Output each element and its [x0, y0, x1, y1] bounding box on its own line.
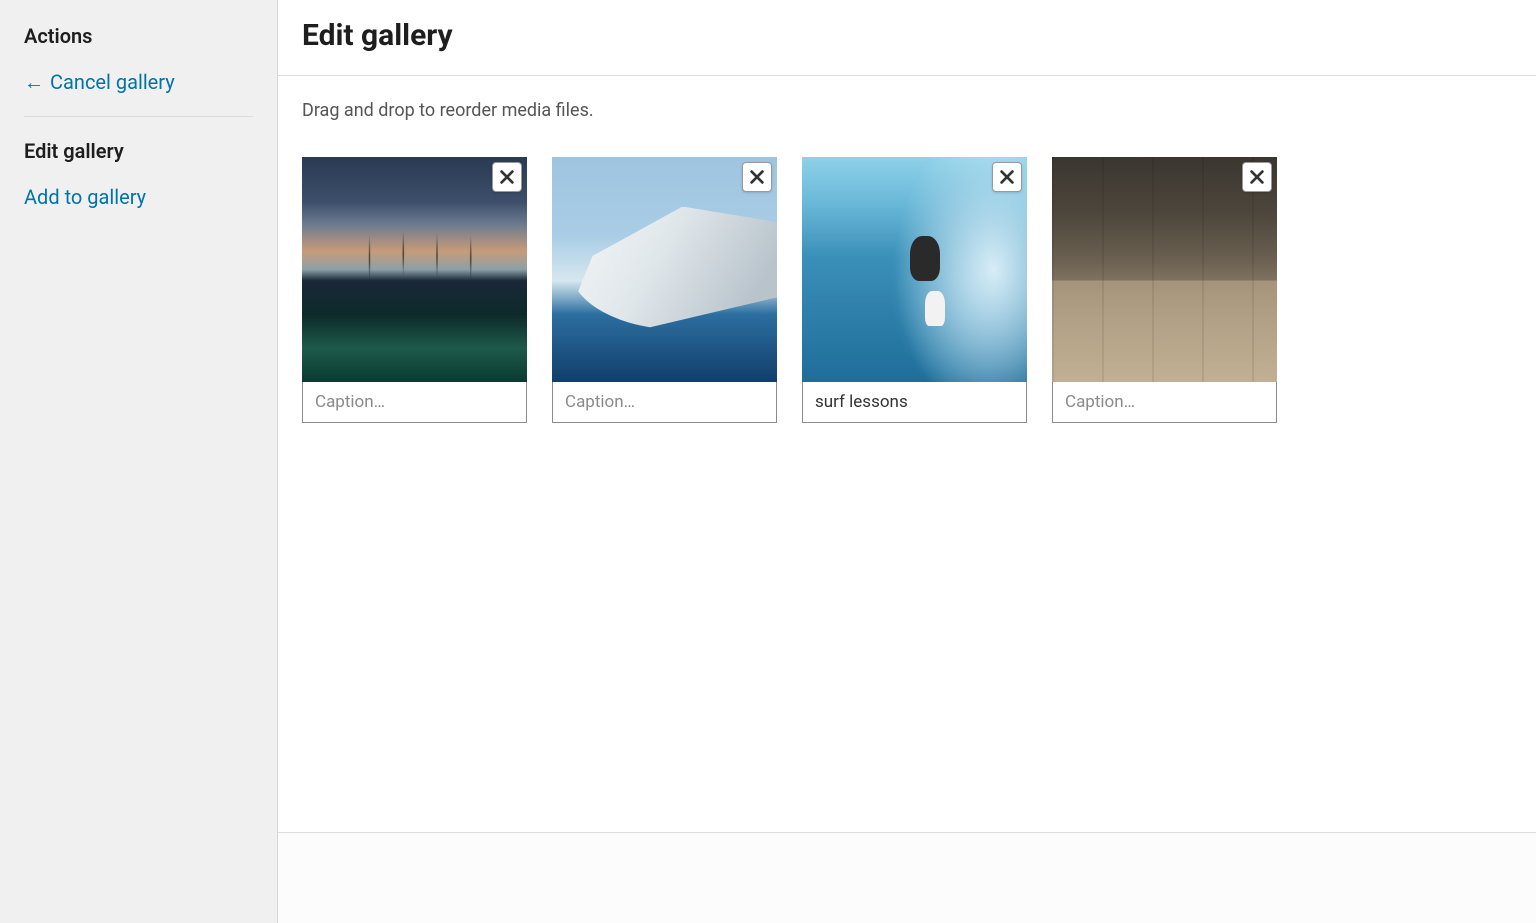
sidebar-divider [24, 116, 253, 117]
main-content: Drag and drop to reorder media files. [278, 76, 1536, 833]
caption-input[interactable] [1052, 382, 1277, 423]
remove-button[interactable] [1242, 162, 1272, 192]
main-footer [278, 833, 1536, 923]
main: Edit gallery Drag and drop to reorder me… [278, 0, 1536, 923]
main-header: Edit gallery [278, 0, 1536, 76]
close-icon [998, 168, 1016, 186]
add-to-gallery-link[interactable]: Add to gallery [24, 185, 253, 209]
gallery-item[interactable] [302, 157, 527, 423]
gallery-item[interactable] [1052, 157, 1277, 423]
arrow-left-icon: ← [24, 72, 44, 92]
close-icon [498, 168, 516, 186]
gallery-grid [302, 157, 1512, 423]
thumbnail-wrap [1052, 157, 1277, 382]
caption-input[interactable] [552, 382, 777, 423]
edit-gallery-heading: Edit gallery [24, 139, 253, 163]
gallery-item[interactable] [802, 157, 1027, 423]
close-icon [1248, 168, 1266, 186]
remove-button[interactable] [742, 162, 772, 192]
add-to-gallery-label: Add to gallery [24, 185, 146, 209]
gallery-item[interactable] [552, 157, 777, 423]
cancel-gallery-label: Cancel gallery [50, 70, 175, 94]
sidebar: Actions ← Cancel gallery Edit gallery Ad… [0, 0, 278, 923]
close-icon [748, 168, 766, 186]
caption-input[interactable] [802, 382, 1027, 423]
thumbnail-wrap [802, 157, 1027, 382]
page-title: Edit gallery [302, 18, 1512, 53]
instruction-text: Drag and drop to reorder media files. [302, 100, 1512, 121]
thumbnail-wrap [552, 157, 777, 382]
remove-button[interactable] [992, 162, 1022, 192]
thumbnail-wrap [302, 157, 527, 382]
remove-button[interactable] [492, 162, 522, 192]
caption-input[interactable] [302, 382, 527, 423]
cancel-gallery-link[interactable]: ← Cancel gallery [24, 70, 253, 94]
actions-heading: Actions [24, 24, 253, 48]
